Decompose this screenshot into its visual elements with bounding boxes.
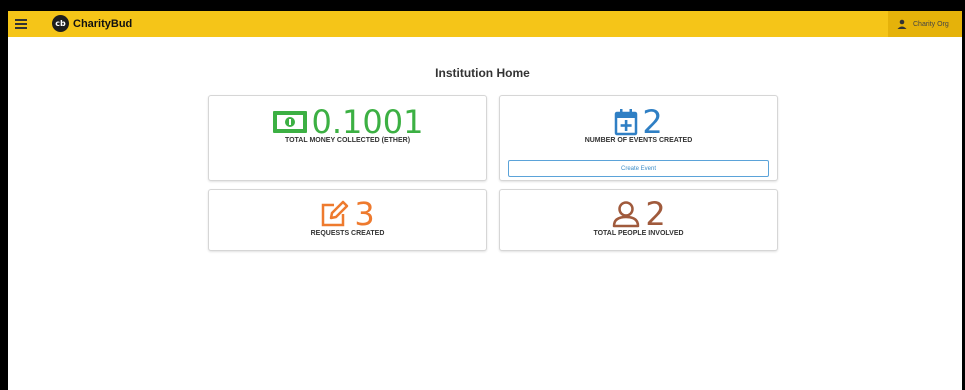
money-collected-value: 0.1001: [311, 103, 424, 141]
page-title: Institution Home: [435, 66, 530, 80]
screen-border-left: [0, 0, 8, 390]
events-created-value: 2: [642, 103, 663, 141]
screen-border-top: [0, 0, 965, 11]
events-created-label: NUMBER OF EVENTS CREATED: [584, 137, 693, 144]
brand-link[interactable]: cb CharityBud: [52, 15, 132, 32]
requests-created-card: 3 REQUESTS CREATED: [208, 189, 487, 251]
user-icon: [897, 19, 907, 29]
hamburger-menu-icon[interactable]: [15, 17, 27, 31]
events-created-card: 2 NUMBER OF EVENTS CREATED Create Event: [499, 95, 778, 181]
requests-created-value: 3: [354, 195, 375, 233]
brand-logo: cb: [52, 15, 69, 32]
money-collected-card: 0.1001 TOTAL MONEY COLLECTED (ETHER): [208, 95, 487, 181]
money-icon: [272, 111, 307, 133]
brand-name: CharityBud: [73, 17, 133, 30]
user-menu[interactable]: Charity Org: [888, 11, 962, 37]
person-icon: [613, 201, 640, 228]
create-event-button[interactable]: Create Event: [508, 160, 769, 177]
edit-icon: [322, 200, 349, 227]
people-involved-label: TOTAL PEOPLE INVOLVED: [593, 230, 684, 237]
people-involved-value: 2: [645, 195, 666, 233]
requests-created-label: REQUESTS CREATED: [310, 230, 385, 237]
calendar-plus-icon: [615, 109, 638, 136]
people-involved-card: 2 TOTAL PEOPLE INVOLVED: [499, 189, 778, 251]
user-name: Charity Org: [913, 20, 949, 28]
top-navbar: cb CharityBud Charity Org: [8, 11, 962, 37]
money-collected-label: TOTAL MONEY COLLECTED (ETHER): [284, 137, 411, 144]
